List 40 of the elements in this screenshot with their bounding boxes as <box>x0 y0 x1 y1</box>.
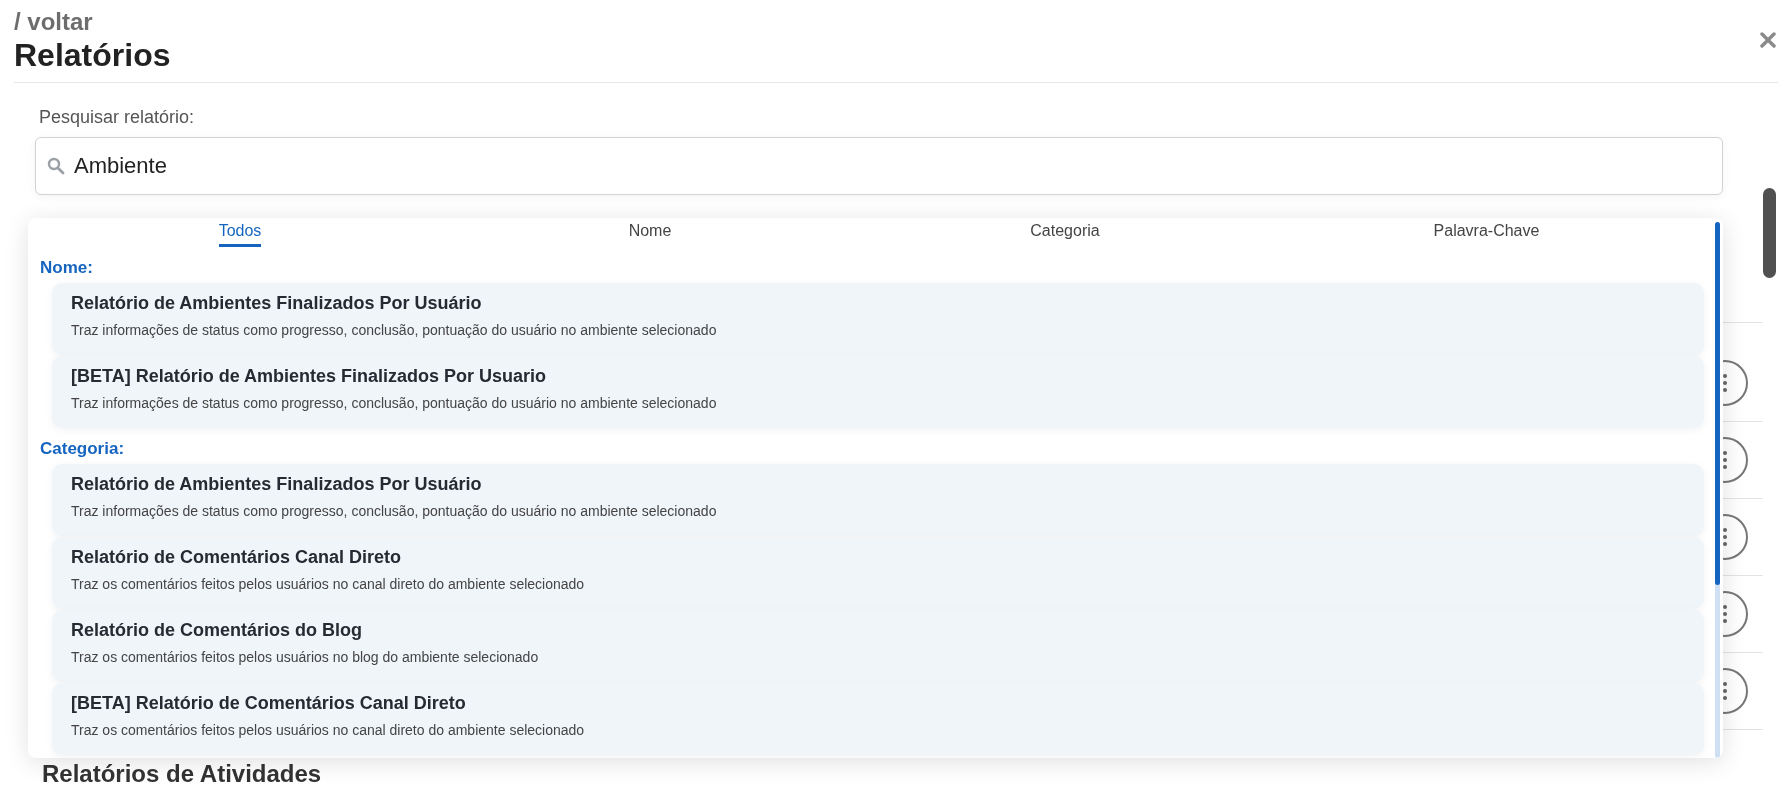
search-icon <box>47 157 65 175</box>
result-title: [BETA] Relatório de Ambientes Finalizados Por Usuario <box>71 365 548 388</box>
search-field[interactable]: Ambiente <box>35 137 1723 195</box>
result-title: Relatório de Ambientes Finalizados Por Usuário <box>71 292 483 315</box>
more-icon <box>1722 373 1728 393</box>
result-title: Relatório de Ambientes Finalizados Por Usuário <box>71 473 483 496</box>
result-description: Traz informações de status como progresso, conclusão, pontuação do usuário no ambiente selecionado <box>71 321 718 339</box>
result-description: Traz os comentários feitos pelos usuários no canal direto do ambiente selecionado <box>71 575 586 593</box>
result-card[interactable]: [BETA] Relatório de Ambientes Finalizados Por Usuario Traz informações de status como progresso, conclusão, pontuação do usuário no ambiente selecionado <box>52 356 1704 428</box>
scrollbar-thumb[interactable] <box>1763 188 1776 278</box>
close-button[interactable] <box>1758 30 1778 50</box>
scrollbar-track[interactable] <box>1715 222 1720 758</box>
page-title: Relatórios <box>14 36 171 74</box>
result-card[interactable]: Relatório de Comentários do Blog Traz os comentários feitos pelos usuários no blog do ambiente selecionado <box>52 610 1704 682</box>
result-description: Traz os comentários feitos pelos usuários no blog do ambiente selecionado <box>71 648 540 666</box>
result-description: Traz informações de status como progresso, conclusão, pontuação do usuário no ambiente selecionado <box>71 394 718 412</box>
search-label: Pesquisar relatório: <box>39 106 196 128</box>
section-heading: Relatórios de Atividades <box>42 760 323 788</box>
filter-tab[interactable]: Todos <box>218 222 262 247</box>
close-icon <box>1760 32 1776 48</box>
result-description: Traz informações de status como progresso, conclusão, pontuação do usuário no ambiente selecionado <box>71 502 718 520</box>
group-label: Categoria: <box>40 438 126 460</box>
result-card[interactable]: [BETA] Relatório de Comentários Canal Direto Traz os comentários feitos pelos usuários no canal direto do ambiente selecionado <box>52 683 1704 755</box>
more-icon <box>1722 527 1728 547</box>
result-description: Traz os comentários feitos pelos usuários no canal direto do ambiente selecionado <box>71 721 586 739</box>
more-icon <box>1722 604 1728 624</box>
result-card[interactable]: Relatório de Ambientes Finalizados Por Usuário Traz informações de status como progresso, conclusão, pontuação do usuário no ambiente selecionado <box>52 283 1704 355</box>
scrollbar-thumb[interactable] <box>1715 222 1720 585</box>
result-title: Relatório de Comentários do Blog <box>71 619 364 642</box>
back-link[interactable]: / voltar <box>14 8 171 36</box>
filter-tab[interactable]: Categoria <box>1030 222 1100 247</box>
more-icon <box>1722 450 1728 470</box>
result-title: [BETA] Relatório de Comentários Canal Direto <box>71 692 467 715</box>
more-icon <box>1722 681 1728 701</box>
result-card[interactable]: Relatório de Comentários Canal Direto Traz os comentários feitos pelos usuários no canal direto do ambiente selecionado <box>52 537 1704 609</box>
result-card[interactable]: Relatório de Ambientes Finalizados Por Usuário Traz informações de status como progresso, conclusão, pontuação do usuário no ambiente selecionado <box>52 464 1704 536</box>
filter-tab[interactable]: Palavra-Chave <box>1433 222 1540 247</box>
filter-tab[interactable]: Nome <box>628 222 672 247</box>
group-label: Nome: <box>40 257 94 279</box>
result-title: Relatório de Comentários Canal Direto <box>71 546 403 569</box>
